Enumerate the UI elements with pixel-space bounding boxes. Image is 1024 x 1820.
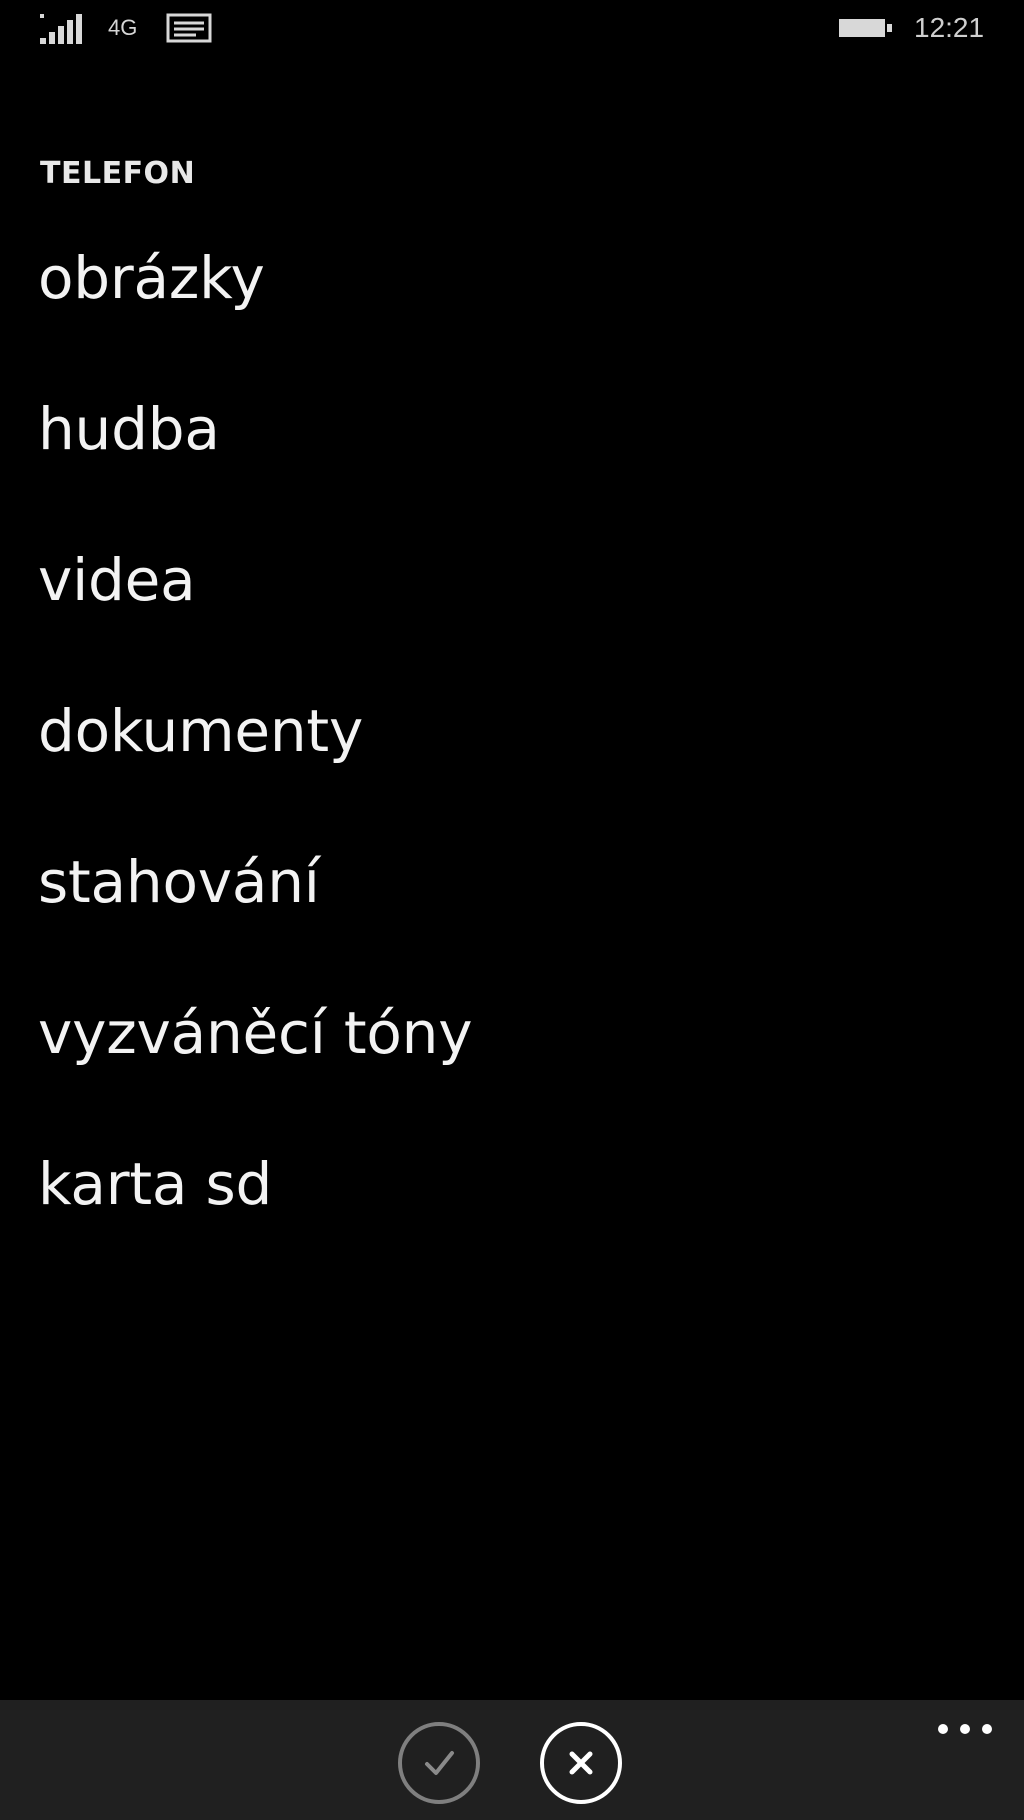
list-item-vyzvaneci-tony[interactable]: vyzváněcí tóny xyxy=(0,987,1024,1138)
page-title: TELEFON xyxy=(40,156,196,191)
close-icon xyxy=(569,1751,593,1775)
list-item-obrazky[interactable]: obrázky xyxy=(0,232,1024,383)
list-item-label: obrázky xyxy=(38,244,265,312)
clock-time: 12:21 xyxy=(914,12,985,43)
list-item-stahovani[interactable]: stahování xyxy=(0,836,1024,987)
list-item-label: stahování xyxy=(38,848,320,916)
list-item-label: hudba xyxy=(38,395,220,463)
network-type-label: 4G xyxy=(108,15,138,40)
cancel-button[interactable] xyxy=(540,1722,622,1804)
accept-button[interactable] xyxy=(398,1722,480,1804)
list-item-label: vyzváněcí tóny xyxy=(38,999,473,1067)
folder-list: obrázky hudba videa dokumenty stahování … xyxy=(0,232,1024,1289)
list-item-label: karta sd xyxy=(38,1150,273,1218)
list-item-karta-sd[interactable]: karta sd xyxy=(0,1138,1024,1289)
list-item-dokumenty[interactable]: dokumenty xyxy=(0,685,1024,836)
list-item-label: videa xyxy=(38,546,196,614)
list-item-videa[interactable]: videa xyxy=(0,534,1024,685)
status-bar: 4G 12:21 xyxy=(0,0,1024,64)
check-icon xyxy=(425,1751,454,1775)
list-item-label: dokumenty xyxy=(38,697,364,765)
signal-icon xyxy=(40,14,82,44)
battery-icon xyxy=(839,19,892,37)
more-options-button[interactable] xyxy=(938,1716,992,1742)
list-item-hudba[interactable]: hudba xyxy=(0,383,1024,534)
app-bar xyxy=(0,1700,1024,1820)
message-icon xyxy=(166,13,212,43)
ellipsis-icon xyxy=(938,1724,992,1734)
